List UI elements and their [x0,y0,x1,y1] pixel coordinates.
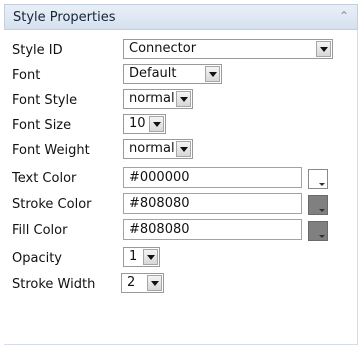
font-size-value: 10 [129,116,146,131]
stroke-width-label: Stroke Width [12,277,96,292]
fill-color-label: Fill Color [12,223,68,238]
font-value: Default [129,66,177,81]
chevron-down-icon[interactable] [176,141,191,157]
stroke-width-row: Stroke Width 2 [4,272,358,296]
chevron-down-icon[interactable] [316,41,331,57]
opacity-label: Opacity [12,251,63,266]
chevron-down-icon[interactable] [149,116,164,132]
font-row: Font Default [4,63,358,87]
stroke-color-swatch[interactable] [308,195,328,215]
chevron-down-icon[interactable] [147,275,162,291]
stroke-color-input[interactable] [123,193,302,214]
font-weight-row: Font Weight normal [4,138,358,162]
font-label: Font [12,68,41,83]
font-select[interactable]: Default [123,64,222,84]
stroke-width-value: 2 [127,275,136,290]
chevron-down-icon[interactable] [176,91,191,107]
panel-title: Style Properties [13,10,116,25]
font-size-row: Font Size 10 [4,113,358,137]
font-style-label: Font Style [12,93,78,108]
dropdown-arrow-icon [319,235,325,238]
font-style-select[interactable]: normal [123,89,193,109]
stroke-color-row: Stroke Color [4,192,358,216]
chevron-down-icon[interactable] [143,249,158,265]
opacity-value: 1 [129,249,138,264]
stroke-width-select[interactable]: 2 [121,273,164,293]
text-color-input[interactable] [123,167,302,188]
stroke-color-label: Stroke Color [12,197,92,212]
font-weight-select[interactable]: normal [123,139,193,159]
text-color-swatch[interactable] [308,169,328,189]
chevron-up-icon[interactable]: ⌃ [339,9,349,23]
font-size-select[interactable]: 10 [123,114,166,134]
font-style-row: Font Style normal [4,88,358,112]
chevron-down-icon[interactable] [205,66,220,82]
text-color-label: Text Color [12,171,77,186]
style-properties-panel: Style Properties ⌃ Style ID Connector Fo… [4,4,358,345]
fill-color-row: Fill Color [4,218,358,242]
style-id-select[interactable]: Connector [123,39,333,59]
style-id-label: Style ID [12,43,63,58]
text-color-row: Text Color [4,166,358,190]
font-style-value: normal [129,91,175,106]
panel-header[interactable]: Style Properties ⌃ [4,4,358,30]
opacity-select[interactable]: 1 [123,247,160,267]
opacity-row: Opacity 1 [4,246,358,270]
fill-color-input[interactable] [123,219,302,240]
font-weight-value: normal [129,141,175,156]
dropdown-arrow-icon [319,209,325,212]
style-id-value: Connector [129,41,197,56]
font-weight-label: Font Weight [12,143,90,158]
font-size-label: Font Size [12,118,72,133]
fill-color-swatch[interactable] [308,221,328,241]
dropdown-arrow-icon [319,183,325,186]
style-id-row: Style ID Connector [4,38,358,62]
